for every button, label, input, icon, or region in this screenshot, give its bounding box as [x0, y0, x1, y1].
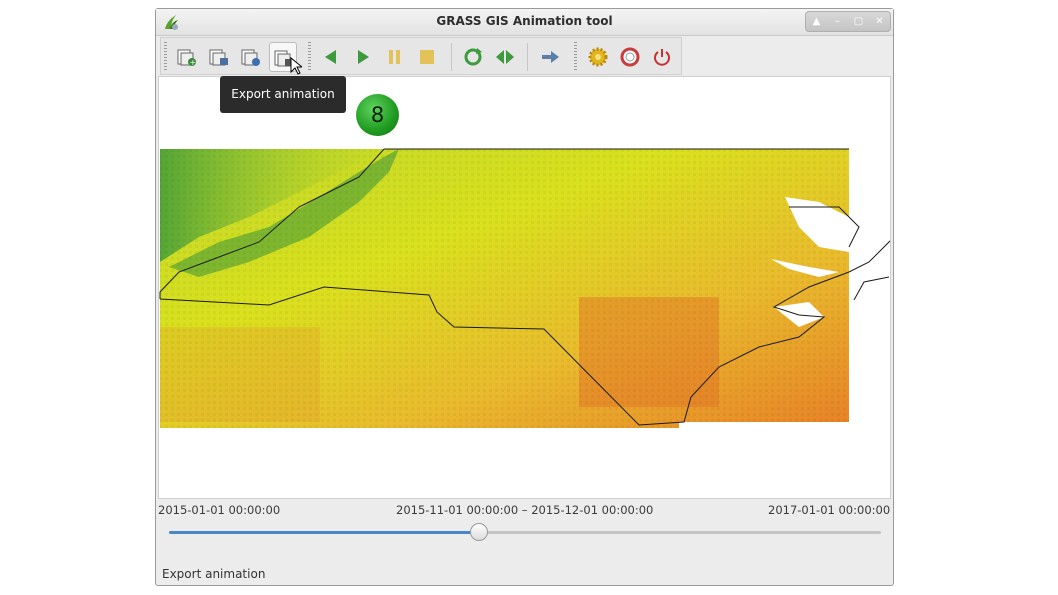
pause-icon	[389, 50, 400, 64]
arrow-right-icon	[542, 51, 559, 63]
status-bar-text: Export animation	[162, 567, 266, 581]
export-tooltip: Export animation	[220, 76, 346, 113]
play-back-icon	[325, 50, 336, 64]
svg-text:+: +	[190, 58, 197, 67]
toolbar-grip[interactable]	[574, 42, 577, 72]
stop-button[interactable]	[413, 42, 441, 72]
toolbar: +	[160, 37, 682, 75]
play-icon	[358, 50, 369, 64]
gear-icon	[588, 47, 608, 67]
stop-icon	[420, 50, 434, 64]
power-icon	[654, 49, 670, 66]
back-forth-icon	[496, 50, 514, 64]
edit-layer-icon	[209, 49, 228, 66]
toolbar-grip[interactable]	[308, 42, 311, 72]
time-slider[interactable]	[169, 523, 881, 541]
raster-map	[160, 149, 890, 432]
step-number-badge: 8	[356, 94, 399, 136]
lifebuoy-icon	[620, 47, 640, 67]
window-controls: ▲ – ▢ ✕	[805, 11, 891, 32]
animation-canvas[interactable]	[158, 76, 891, 499]
settings-button[interactable]	[584, 42, 612, 72]
reload-layer-icon	[241, 49, 260, 66]
timeline-start-label: 2015-01-01 00:00:00	[158, 503, 281, 517]
mouse-cursor-icon	[290, 57, 302, 75]
pause-button[interactable]	[381, 42, 409, 72]
add-layer-icon: +	[177, 49, 197, 67]
timeline-current-label: 2015-11-01 00:00:00 – 2015-12-01 00:00:0…	[396, 503, 654, 517]
title-bar[interactable]: GRASS GIS Animation tool ▲ – ▢ ✕	[156, 9, 893, 36]
toolbar-separator	[451, 43, 452, 71]
window-title: GRASS GIS Animation tool	[436, 14, 613, 28]
close-icon[interactable]: ✕	[873, 15, 887, 29]
window-up-icon[interactable]: ▲	[810, 15, 824, 29]
minimize-icon[interactable]: –	[831, 15, 845, 29]
toolbar-separator	[527, 43, 528, 71]
time-slider-handle[interactable]	[469, 523, 488, 541]
speed-button[interactable]	[536, 42, 564, 72]
map-frame	[159, 148, 890, 432]
play-back-button[interactable]	[317, 42, 345, 72]
help-button[interactable]	[616, 42, 644, 72]
add-animation-button[interactable]: +	[173, 42, 201, 72]
edit-animation-button[interactable]	[205, 42, 233, 72]
quit-button[interactable]	[648, 42, 676, 72]
time-slider-fill	[169, 531, 479, 534]
reload-animation-button[interactable]	[237, 42, 265, 72]
back-and-forth-button[interactable]	[491, 42, 519, 72]
play-button[interactable]	[349, 42, 377, 72]
maximize-icon[interactable]: ▢	[852, 15, 866, 29]
loop-button[interactable]	[459, 42, 487, 72]
timeline-end-label: 2017-01-01 00:00:00	[768, 503, 891, 517]
toolbar-grip[interactable]	[164, 42, 167, 72]
loop-icon	[464, 48, 482, 66]
